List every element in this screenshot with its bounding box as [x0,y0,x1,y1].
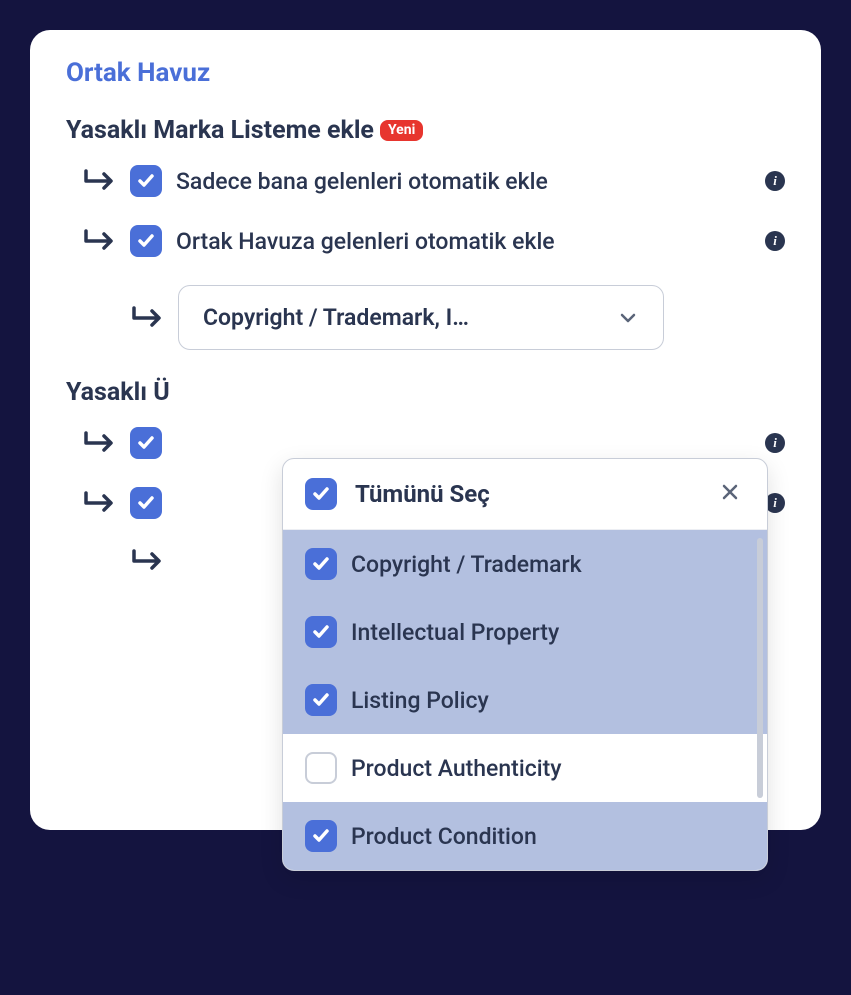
check-icon [311,826,331,846]
product-block-title-text: Yasaklı Ü [66,378,170,407]
product-option-2-checkbox[interactable] [130,487,162,519]
brand-option-1-label: Sadece bana gelenleri otomatik ekle [176,168,751,195]
brand-option-2-label: Ortak Havuza gelenleri otomatik ekle [176,228,751,255]
item-label: Product Authenticity [351,755,562,782]
dropdown-item-product-authenticity[interactable]: Product Authenticity [283,734,767,802]
new-badge: Yeni [380,120,423,141]
dropdown-item-copyright-trademark[interactable]: Copyright / Trademark [283,530,767,598]
item-label: Intellectual Property [351,619,559,646]
item-checkbox[interactable] [305,548,337,580]
dropdown-list: Copyright / Trademark Intellectual Prope… [283,530,767,870]
chevron-down-icon [617,307,639,329]
dropdown-item-listing-policy[interactable]: Listing Policy [283,666,767,734]
category-select-value: Copyright / Trademark, I… [203,304,469,331]
item-checkbox[interactable] [305,752,337,784]
item-checkbox[interactable] [305,820,337,852]
product-option-1-checkbox[interactable] [130,427,162,459]
info-icon[interactable]: i [765,231,785,251]
arrow-return-icon [130,304,164,332]
info-icon[interactable]: i [765,433,785,453]
brand-option-1-checkbox[interactable] [130,165,162,197]
arrow-return-icon [82,227,116,255]
check-icon [136,493,156,513]
check-icon [136,433,156,453]
category-select[interactable]: Copyright / Trademark, I… [178,285,664,350]
brand-option-1-row: Sadece bana gelenleri otomatik ekle i [66,165,785,197]
info-icon[interactable]: i [765,493,785,513]
item-label: Listing Policy [351,687,489,714]
brand-option-2-row: Ortak Havuza gelenleri otomatik ekle i [66,225,785,257]
arrow-return-icon [82,167,116,195]
category-dropdown: Tümünü Seç Copyright / Trademark Intelle… [282,458,768,871]
settings-card: Ortak Havuz Yasaklı Marka Listeme ekle Y… [30,30,821,830]
arrow-return-icon [130,547,164,575]
item-label: Copyright / Trademark [351,551,582,578]
brand-block-title: Yasaklı Marka Listeme ekle Yeni [66,116,785,145]
arrow-return-icon [82,429,116,457]
info-icon[interactable]: i [765,171,785,191]
select-all-label: Tümünü Seç [355,480,697,508]
product-option-1-row: i [66,427,785,459]
item-checkbox[interactable] [305,616,337,648]
dropdown-item-product-condition[interactable]: Product Condition [283,802,767,870]
check-icon [136,231,156,251]
dropdown-close-button[interactable] [715,477,745,511]
product-block-title: Yasaklı Ü [66,378,785,407]
dropdown-item-intellectual-property[interactable]: Intellectual Property [283,598,767,666]
check-icon [136,171,156,191]
check-icon [311,484,331,504]
select-all-checkbox[interactable] [305,478,337,510]
brand-select-row: Copyright / Trademark, I… [66,285,785,350]
check-icon [311,690,331,710]
brand-block-title-text: Yasaklı Marka Listeme ekle [66,116,374,145]
section-title: Ortak Havuz [66,58,785,88]
brand-option-2-checkbox[interactable] [130,225,162,257]
check-icon [311,622,331,642]
check-icon [311,554,331,574]
item-label: Product Condition [351,823,537,850]
scrollbar-thumb[interactable] [757,538,763,798]
item-checkbox[interactable] [305,684,337,716]
close-icon [719,481,741,503]
dropdown-header: Tümünü Seç [283,459,767,530]
arrow-return-icon [82,489,116,517]
